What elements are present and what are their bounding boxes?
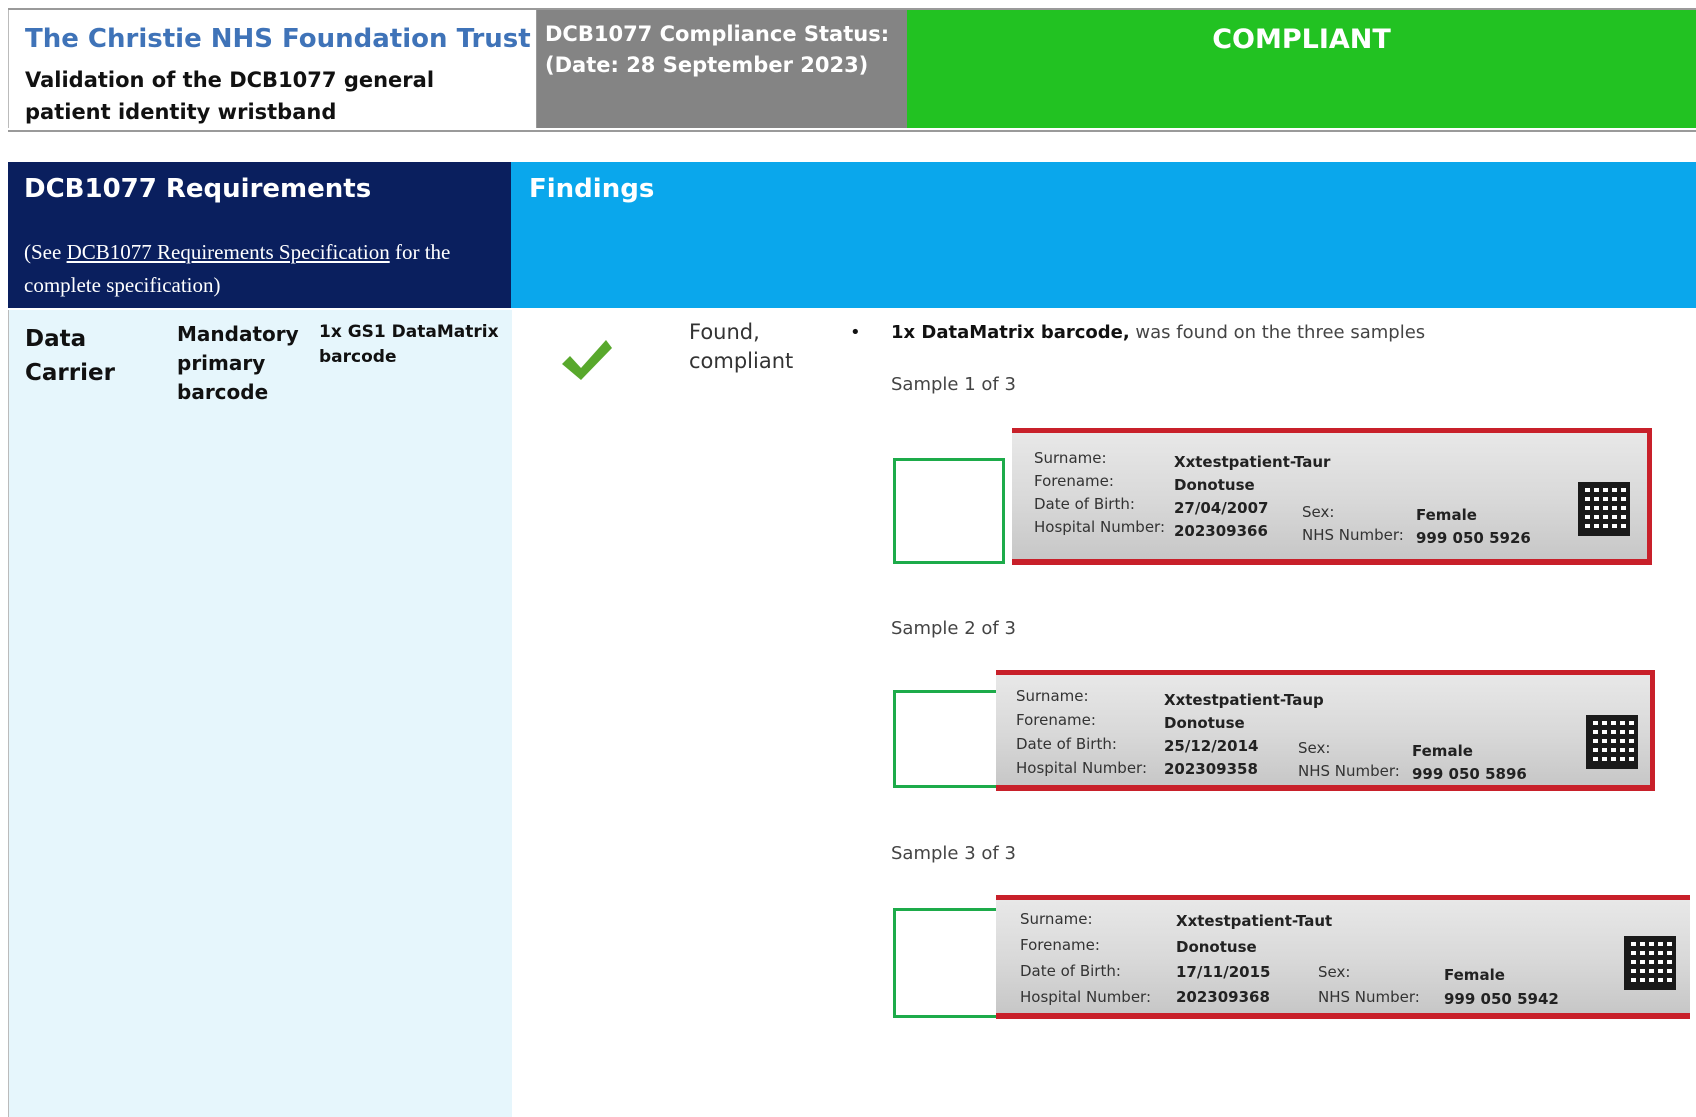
surname-value: Xxtestpatient-Taup xyxy=(1164,691,1324,709)
surname-label: Surname: xyxy=(1016,687,1089,705)
finding-summary-text: was found on the three samples xyxy=(1129,322,1426,343)
dob-value: 17/11/2015 xyxy=(1176,963,1271,981)
hospital-number-value: 202309358 xyxy=(1164,760,1258,778)
dob-value: 25/12/2014 xyxy=(1164,737,1259,755)
nhs-number-value: 999 050 5896 xyxy=(1412,765,1527,783)
requirement-detail: 1x GS1 DataMatrix barcode xyxy=(319,322,499,367)
sample-label: Sample 2 of 3 xyxy=(891,618,1016,639)
requirements-spec-link[interactable]: DCB1077 Requirements Specification xyxy=(67,240,390,264)
redaction-box xyxy=(893,690,1005,788)
redaction-box xyxy=(893,458,1005,564)
datamatrix-barcode-icon xyxy=(1578,482,1630,536)
surname-label: Surname: xyxy=(1034,449,1107,467)
forename-value: Donotuse xyxy=(1176,938,1257,956)
sex-label: Sex: xyxy=(1302,503,1335,521)
compliance-status-panel: DCB1077 Compliance Status: (Date: 28 Sep… xyxy=(537,10,907,128)
finding-summary: 1x DataMatrix barcode, was found on the … xyxy=(891,322,1425,343)
sex-label: Sex: xyxy=(1298,739,1331,757)
dob-value: 27/04/2007 xyxy=(1174,499,1269,517)
findings-header: Findings xyxy=(511,162,1696,308)
hospital-number-label: Hospital Number: xyxy=(1016,759,1148,777)
dob-label: Date of Birth: xyxy=(1016,735,1117,753)
document-header: The Christie NHS Foundation Trust Valida… xyxy=(8,8,1696,132)
hospital-number-label: Hospital Number: xyxy=(1020,988,1152,1006)
hospital-number-label: Hospital Number: xyxy=(1034,518,1166,536)
compliance-status-label: DCB1077 Compliance Status: xyxy=(545,22,890,46)
datamatrix-barcode-icon xyxy=(1586,715,1638,769)
requirements-title: DCB1077 Requirements xyxy=(24,174,372,204)
nhs-number-value: 999 050 5942 xyxy=(1444,990,1559,1008)
requirement-name: Data Carrier xyxy=(25,326,115,386)
requirements-note-prefix: (See xyxy=(24,240,67,264)
sample-label: Sample 1 of 3 xyxy=(891,374,1016,395)
check-icon xyxy=(562,340,612,380)
sex-label: Sex: xyxy=(1318,963,1351,981)
verdict-banner: COMPLIANT xyxy=(907,10,1696,128)
forename-label: Forename: xyxy=(1016,711,1096,729)
finding-summary-bold: 1x DataMatrix barcode, xyxy=(891,322,1130,343)
nhs-number-label: NHS Number: xyxy=(1302,526,1404,544)
hospital-number-value: 202309368 xyxy=(1176,988,1270,1006)
wristband-image: Surname: Forename: Date of Birth: Hospit… xyxy=(996,895,1690,1019)
wristband-image: Surname: Forename: Date of Birth: Hospit… xyxy=(996,670,1655,791)
wristband-image: Surname: Forename: Date of Birth: Hospit… xyxy=(1012,428,1652,565)
requirement-row: Data Carrier Mandatory primary barcode 1… xyxy=(8,310,512,1117)
sex-value: Female xyxy=(1412,742,1473,760)
findings-title: Findings xyxy=(529,174,655,204)
compliance-status-date: (Date: 28 September 2023) xyxy=(545,53,869,77)
surname-value: Xxtestpatient-Taut xyxy=(1176,912,1333,930)
sample-label: Sample 3 of 3 xyxy=(891,843,1016,864)
forename-label: Forename: xyxy=(1020,936,1100,954)
forename-label: Forename: xyxy=(1034,472,1114,490)
requirements-header: DCB1077 Requirements (See DCB1077 Requir… xyxy=(8,162,511,308)
surname-value: Xxtestpatient-Taur xyxy=(1174,453,1331,471)
hospital-number-value: 202309366 xyxy=(1174,522,1268,540)
verdict-text: COMPLIANT xyxy=(1212,24,1391,55)
nhs-number-value: 999 050 5926 xyxy=(1416,529,1531,547)
document-subtitle: Validation of the DCB1077 general patien… xyxy=(25,68,435,124)
dob-label: Date of Birth: xyxy=(1020,962,1121,980)
dob-label: Date of Birth: xyxy=(1034,495,1135,513)
forename-value: Donotuse xyxy=(1174,476,1255,494)
forename-value: Donotuse xyxy=(1164,714,1245,732)
datamatrix-barcode-icon xyxy=(1624,936,1676,990)
nhs-number-label: NHS Number: xyxy=(1298,762,1400,780)
finding-status: Found, compliant xyxy=(689,320,794,373)
trust-panel: The Christie NHS Foundation Trust Valida… xyxy=(8,10,538,128)
requirements-note: (See DCB1077 Requirements Specification … xyxy=(24,236,504,302)
trust-name: The Christie NHS Foundation Trust xyxy=(25,24,531,54)
sex-value: Female xyxy=(1416,506,1477,524)
redaction-box xyxy=(893,908,1005,1018)
surname-label: Surname: xyxy=(1020,910,1093,928)
requirement-type: Mandatory primary barcode xyxy=(177,322,299,404)
bullet-icon: • xyxy=(850,322,861,343)
nhs-number-label: NHS Number: xyxy=(1318,988,1420,1006)
sex-value: Female xyxy=(1444,966,1505,984)
